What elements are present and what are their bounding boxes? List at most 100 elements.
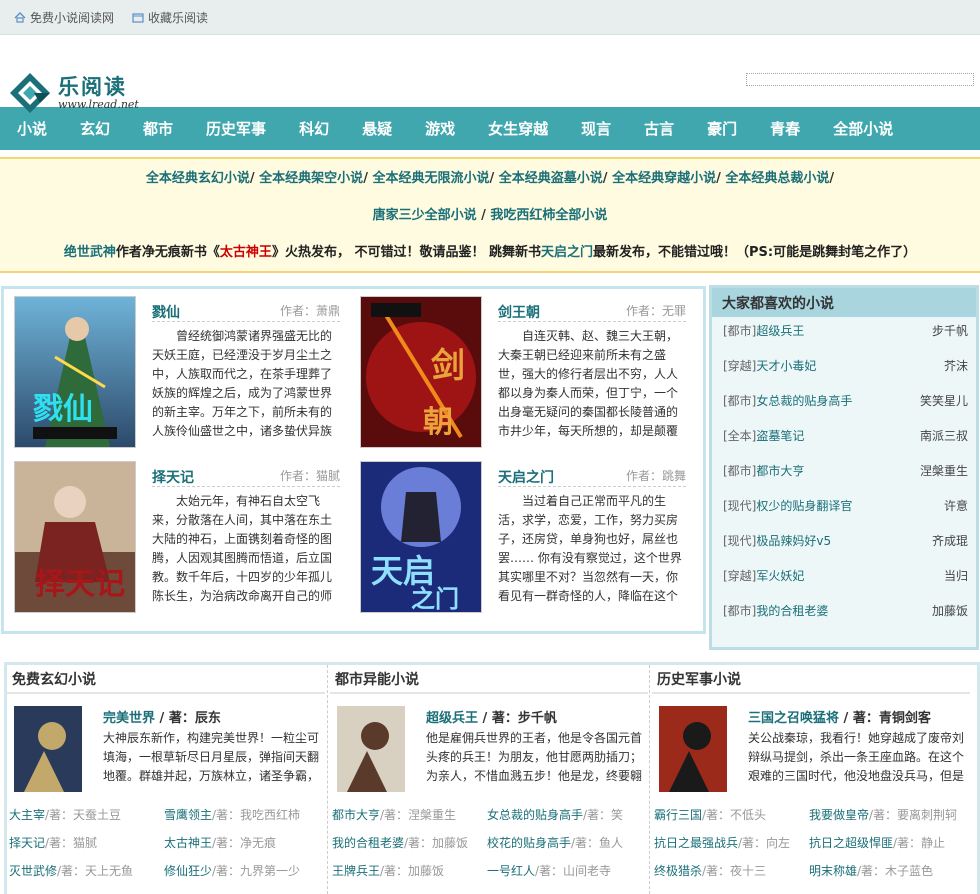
book-title[interactable]: 超级兵王 xyxy=(426,711,478,726)
list-item[interactable]: 雪鹰领主/著：我吃西红柿 xyxy=(164,806,322,823)
book-link[interactable]: 霸行三国 xyxy=(654,808,702,822)
site-logo[interactable]: 乐阅读 www.lread.net xyxy=(8,71,139,115)
list-item[interactable]: 抗日之超级悍匪/著：静止 xyxy=(809,834,967,851)
nav-item[interactable]: 都市 xyxy=(143,118,173,139)
list-item[interactable]: 我要做皇帝/著：要离刺荆轲 xyxy=(809,806,967,823)
book-link[interactable]: 女总裁的贴身高手 xyxy=(487,808,583,822)
book-link[interactable]: 一号红人 xyxy=(487,864,535,878)
notice-link[interactable]: 全本经典穿越小说 xyxy=(612,171,716,186)
notice-link[interactable]: 我吃西红柿全部小说 xyxy=(490,208,607,223)
list-item[interactable]: 抗日之最强战兵/著：向左 xyxy=(654,834,804,851)
list-item[interactable]: 都市大亨/著：涅槃重生 xyxy=(332,806,482,823)
book-link[interactable]: 权少的贴身翻译官 xyxy=(756,497,852,514)
featured-book: 剑朝 剑王朝 作者：无罪 自连灭韩、赵、魏三大王朝，大秦王朝已经迎来前所未有之盛… xyxy=(350,289,686,448)
book-title[interactable]: 三国之召唤猛将 xyxy=(748,711,839,726)
list-item[interactable]: 王牌兵王/著：加藤饭 xyxy=(332,862,482,879)
book-link[interactable]: 都市大亨 xyxy=(332,808,380,822)
book-link[interactable]: 军火妖妃 xyxy=(756,567,804,584)
book-link[interactable]: 灭世武修 xyxy=(9,864,57,878)
nav-item[interactable]: 游戏 xyxy=(425,118,455,139)
book-link[interactable]: 抗日之超级悍匪 xyxy=(809,836,893,850)
notice-link[interactable]: 全本经典架空小说 xyxy=(259,171,363,186)
book-link[interactable]: 校花的贴身高手 xyxy=(487,836,571,850)
sidebar-item[interactable]: [都市] 超级兵王 步千帆 xyxy=(723,320,968,340)
book-link[interactable]: 太古神王 xyxy=(164,836,212,850)
nav-item[interactable]: 青春 xyxy=(770,118,800,139)
book-link[interactable]: 择天记 xyxy=(9,836,45,850)
book-link[interactable]: 超级兵王 xyxy=(756,322,804,339)
notice-link[interactable]: 全本经典总裁小说 xyxy=(725,171,829,186)
svg-text:之门: 之门 xyxy=(411,584,459,612)
list-item[interactable]: 明末称雄/著：木子蓝色 xyxy=(809,862,967,879)
book-link[interactable]: 女总裁的贴身高手 xyxy=(756,392,852,409)
nav-item[interactable]: 悬疑 xyxy=(362,118,392,139)
book-link[interactable]: 我要做皇帝 xyxy=(809,808,869,822)
sidebar-item[interactable]: [穿越] 军火妖妃 当归 xyxy=(723,565,968,585)
book-cover[interactable]: 剑朝 xyxy=(360,296,482,448)
book-link[interactable]: 王牌兵王 xyxy=(332,864,380,878)
book-cover[interactable] xyxy=(659,706,727,792)
book-title[interactable]: 戮仙 xyxy=(152,302,180,322)
nav-item[interactable]: 现言 xyxy=(581,118,611,139)
nav-item[interactable]: 豪门 xyxy=(707,118,737,139)
notice-link[interactable]: 全本经典玄幻小说 xyxy=(146,171,250,186)
book-link[interactable]: 明末称雄 xyxy=(809,864,857,878)
notice-link[interactable]: 全本经典无限流小说 xyxy=(372,171,489,186)
book-title[interactable]: 天启之门 xyxy=(498,467,554,487)
sidebar-item[interactable]: [现代] 权少的贴身翻译官 许意 xyxy=(723,495,968,515)
book-cover[interactable] xyxy=(14,706,82,792)
sidebar-item[interactable]: [全本] 盗墓笔记 南派三叔 xyxy=(723,425,968,445)
book-cover[interactable]: 戮仙 xyxy=(14,296,136,448)
sidebar-item[interactable]: [都市] 都市大亨 涅槃重生 xyxy=(723,460,968,480)
book-link[interactable]: 修仙狂少 xyxy=(164,864,212,878)
book-link[interactable]: 雪鹰领主 xyxy=(164,808,212,822)
book-link[interactable]: 终极猎杀 xyxy=(654,864,702,878)
notice-link[interactable]: 全本经典盗墓小说 xyxy=(499,171,603,186)
list-item[interactable]: 一号红人/著：山间老寺 xyxy=(487,862,645,879)
list-item[interactable]: 灭世武修/著：天上无鱼 xyxy=(9,862,159,879)
book-link[interactable]: 都市大亨 xyxy=(756,462,804,479)
notice-link[interactable]: 唐家三少全部小说 xyxy=(373,208,477,223)
book-title[interactable]: 完美世界 xyxy=(103,711,155,726)
header-search-box[interactable] xyxy=(746,73,974,86)
author-name: /著：加藤饭 xyxy=(380,864,445,878)
book-link[interactable]: 我的合租老婆 xyxy=(756,602,828,619)
list-item[interactable]: 太古神王/著：净无痕 xyxy=(164,834,322,851)
notice-link-tianqizhimen[interactable]: 天启之门 xyxy=(541,245,593,260)
notice-link-taigushenwang[interactable]: 太古神王 xyxy=(220,245,272,260)
list-item[interactable]: 女总裁的贴身高手/著：笑 xyxy=(487,806,645,823)
book-link[interactable]: 极品辣妈好v5 xyxy=(756,532,831,549)
book-link[interactable]: 我的合租老婆 xyxy=(332,836,404,850)
list-item[interactable]: 修仙狂少/著：九界第一少 xyxy=(164,862,322,879)
list-item[interactable]: 校花的贴身高手/著：鱼人 xyxy=(487,834,645,851)
notice-link-jueshiwushen[interactable]: 绝世武神 xyxy=(64,245,116,260)
sidebar-item[interactable]: [都市] 女总裁的贴身高手 笑笑星儿 xyxy=(723,390,968,410)
nav-item[interactable]: 古言 xyxy=(644,118,674,139)
list-item[interactable]: 择天记/著：猫腻 xyxy=(9,834,159,851)
book-title[interactable]: 择天记 xyxy=(152,467,194,487)
sidebar-item[interactable]: [都市] 我的合租老婆 加藤饭 xyxy=(723,600,968,620)
nav-item[interactable]: 女生穿越 xyxy=(488,118,548,139)
nav-item[interactable]: 全部小说 xyxy=(833,118,893,139)
nav-item[interactable]: 历史军事 xyxy=(206,118,266,139)
book-cover[interactable] xyxy=(337,706,405,792)
sidebar-item[interactable]: [现代] 极品辣妈好v5 齐成琨 xyxy=(723,530,968,550)
list-item[interactable]: 霸行三国/著：不低头 xyxy=(654,806,804,823)
nav-item[interactable]: 科幻 xyxy=(299,118,329,139)
book-cover[interactable]: 择天记 xyxy=(14,461,136,613)
list-item[interactable]: 大主宰/著：天蚕土豆 xyxy=(9,806,159,823)
book-link[interactable]: 大主宰 xyxy=(9,808,45,822)
book-link[interactable]: 盗墓笔记 xyxy=(756,427,804,444)
book-link[interactable]: 抗日之最强战兵 xyxy=(654,836,738,850)
nav-item[interactable]: 玄幻 xyxy=(80,118,110,139)
nav-item[interactable]: 小说 xyxy=(17,118,47,139)
book-link[interactable]: 天才小毒妃 xyxy=(756,357,816,374)
list-item[interactable]: 终极猎杀/著：夜十三 xyxy=(654,862,804,879)
bookmark-link[interactable]: 收藏乐阅读 xyxy=(132,9,208,26)
book-title[interactable]: 剑王朝 xyxy=(498,302,540,322)
sidebar-item[interactable]: [穿越] 天才小毒妃 芥沫 xyxy=(723,355,968,375)
book-cover[interactable]: 天启 之门 xyxy=(360,461,482,613)
author-name: 涅槃重生 xyxy=(919,463,968,478)
list-item[interactable]: 我的合租老婆/著：加藤饭 xyxy=(332,834,482,851)
homepage-link[interactable]: 免费小说阅读网 xyxy=(14,9,114,26)
